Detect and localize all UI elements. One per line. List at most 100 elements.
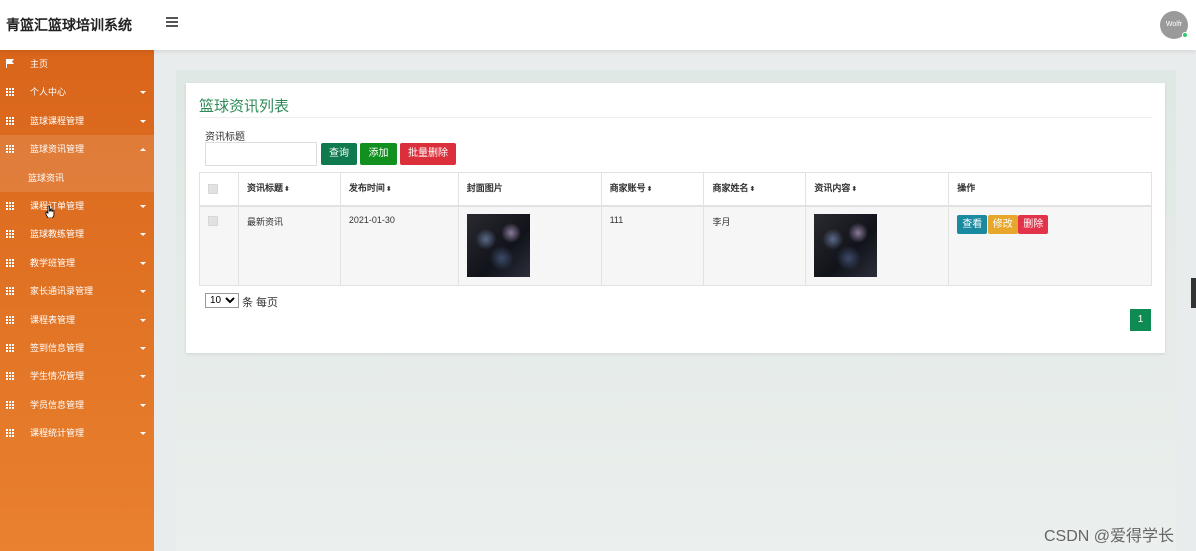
sidebar-item-coach-management[interactable]: 篮球教练管理	[0, 220, 154, 248]
grid-icon	[6, 145, 15, 154]
sidebar-item-student-status[interactable]: 学生情况管理	[0, 362, 154, 390]
chevron-down-icon	[140, 346, 146, 350]
sidebar-item-label: 学员信息管理	[30, 399, 85, 410]
watermark: CSDN @爱得学长	[1044, 528, 1175, 545]
column-header-date[interactable]: 发布时间⬍	[339, 172, 459, 207]
cover-image	[466, 214, 530, 277]
select-all-cell	[199, 172, 239, 207]
chevron-down-icon	[140, 119, 146, 123]
cell-date: 2021-01-30	[339, 205, 459, 286]
column-header-content[interactable]: 资讯内容⬍	[805, 172, 950, 207]
sidebar: 主页 个人中心 篮球课程管理 篮球资讯管理 篮球资讯 课程订单管理 篮球教练管理…	[0, 50, 154, 551]
sidebar-item-label: 课程表管理	[30, 314, 76, 325]
page-size-label: 条 每页	[242, 297, 279, 309]
cell-content	[805, 205, 950, 286]
table-header-row: 资讯标题⬍ 发布时间⬍ 封面图片 商家账号⬍ 商家姓名⬍ 资讯内容⬍ 操作	[199, 172, 1152, 207]
sort-icon: ⬍	[851, 186, 858, 193]
search-input[interactable]	[205, 142, 317, 166]
grid-icon	[6, 372, 15, 381]
sidebar-subitem-news[interactable]: 篮球资讯	[0, 163, 154, 192]
sidebar-item-class-management[interactable]: 教学班管理	[0, 249, 154, 277]
content-image	[814, 214, 878, 277]
mouse-cursor-icon	[45, 206, 55, 218]
sidebar-item-label: 主页	[30, 59, 49, 69]
sidebar-item-checkin-management[interactable]: 签到信息管理	[0, 334, 154, 362]
sidebar-item-label: 个人中心	[30, 87, 67, 98]
row-select-cell	[199, 205, 239, 286]
page-button-current[interactable]: 1	[1130, 309, 1151, 331]
cell-cover	[457, 205, 602, 286]
sort-icon: ⬍	[646, 186, 653, 193]
column-header-actions: 操作	[948, 172, 1152, 207]
sort-icon: ⬍	[385, 186, 392, 193]
grid-icon	[6, 230, 15, 239]
chevron-down-icon	[140, 204, 146, 208]
query-button[interactable]: 查询	[321, 143, 357, 165]
sidebar-item-label: 篮球资讯	[28, 172, 65, 183]
sidebar-item-course-stats[interactable]: 课程统计管理	[0, 419, 154, 447]
chevron-down-icon	[140, 318, 146, 322]
cell-actions: 查看 修改 删除	[948, 205, 1152, 286]
sidebar-item-parent-contacts[interactable]: 家长通讯录管理	[0, 277, 154, 305]
column-header-cover: 封面图片	[457, 172, 602, 207]
chevron-down-icon	[140, 375, 146, 379]
chevron-down-icon	[140, 91, 146, 95]
edit-button[interactable]: 修改	[987, 215, 1018, 234]
divider	[199, 117, 1152, 118]
chevron-down-icon	[140, 403, 146, 407]
view-button[interactable]: 查看	[957, 215, 988, 234]
page-title: 篮球资讯列表	[199, 98, 290, 115]
grid-icon	[6, 287, 15, 296]
add-button[interactable]: 添加	[360, 143, 397, 165]
grid-icon	[6, 343, 15, 352]
sidebar-item-news-management[interactable]: 篮球资讯管理	[0, 135, 154, 164]
sidebar-item-label: 教学班管理	[30, 257, 76, 268]
column-header-account[interactable]: 商家账号⬍	[600, 172, 705, 207]
cell-name: 李月	[703, 205, 807, 286]
grid-icon	[6, 400, 15, 409]
sidebar-item-label: 课程统计管理	[30, 428, 85, 439]
sidebar-item-label: 家长通讯录管理	[30, 286, 94, 297]
online-status-dot	[1182, 32, 1188, 38]
sidebar-item-label: 课程订单管理	[30, 200, 85, 211]
sidebar-item-label: 学生情况管理	[30, 371, 85, 382]
table-row: 最新资讯 2021-01-30 111 李月 查看 修改 删除	[199, 205, 1152, 286]
chevron-down-icon	[140, 290, 146, 294]
cell-account: 111	[600, 205, 705, 286]
sidebar-item-label: 篮球资讯管理	[30, 144, 85, 155]
batch-delete-button[interactable]: 批量删除	[400, 143, 456, 165]
grid-icon	[6, 88, 15, 97]
page-size-select[interactable]: 10	[205, 293, 239, 308]
sidebar-item-label: 签到信息管理	[30, 342, 85, 353]
sort-icon: ⬍	[283, 186, 290, 193]
column-header-name[interactable]: 商家姓名⬍	[703, 172, 807, 207]
chevron-down-icon	[140, 432, 146, 436]
row-checkbox[interactable]	[208, 215, 218, 226]
menu-toggle-icon[interactable]	[166, 17, 178, 27]
sidebar-item-schedule-management[interactable]: 课程表管理	[0, 306, 154, 334]
column-header-title[interactable]: 资讯标题⬍	[237, 172, 341, 207]
app-title: 青篮汇篮球培训系统	[6, 17, 132, 33]
sidebar-item-student-info[interactable]: 学员信息管理	[0, 391, 154, 419]
select-all-checkbox[interactable]	[208, 183, 218, 194]
grid-icon	[6, 201, 15, 210]
grid-icon	[6, 429, 15, 438]
chevron-up-icon	[140, 148, 146, 152]
grid-icon	[6, 315, 15, 324]
chevron-down-icon	[140, 261, 146, 265]
top-bar: 青篮汇篮球培训系统 Wolfr	[0, 0, 1196, 50]
sidebar-item-order-management[interactable]: 课程订单管理	[0, 192, 154, 220]
sidebar-item-course-management[interactable]: 篮球课程管理	[0, 107, 154, 135]
chevron-down-icon	[140, 233, 146, 237]
sidebar-item-label: 篮球课程管理	[30, 115, 85, 126]
flag-icon	[6, 59, 14, 68]
sidebar-item-home[interactable]: 主页	[0, 50, 154, 78]
sidebar-item-label: 篮球教练管理	[30, 229, 85, 240]
delete-button[interactable]: 删除	[1018, 215, 1049, 234]
news-table: 资讯标题⬍ 发布时间⬍ 封面图片 商家账号⬍ 商家姓名⬍ 资讯内容⬍ 操作 最新…	[199, 172, 1152, 286]
sort-icon: ⬍	[749, 186, 756, 193]
grid-icon	[6, 258, 15, 267]
cell-title: 最新资讯	[237, 205, 341, 286]
scrollbar-handle[interactable]	[1191, 278, 1196, 308]
sidebar-item-personal-center[interactable]: 个人中心	[0, 78, 154, 106]
